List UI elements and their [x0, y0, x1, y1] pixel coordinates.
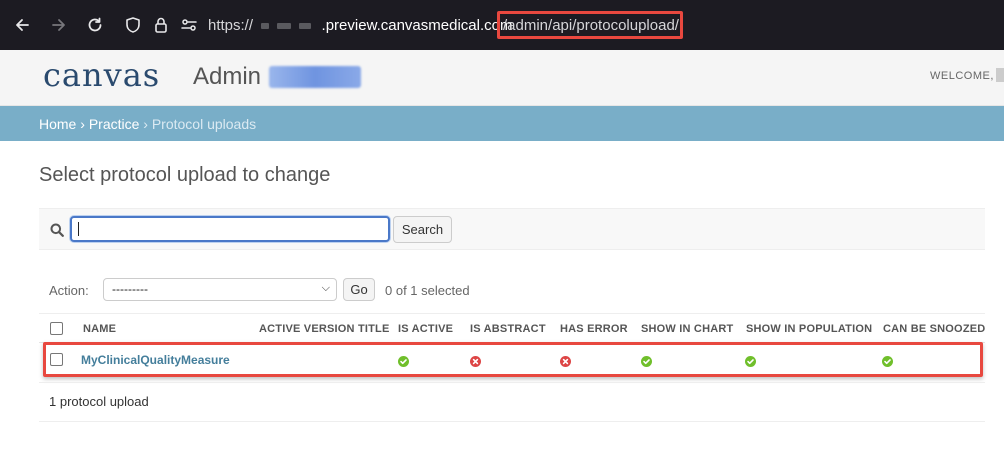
redacted-username: [996, 68, 1004, 82]
forward-arrow-icon[interactable]: [48, 14, 70, 36]
browser-toolbar: https:// .preview.canvasmedical.com /adm…: [0, 0, 1004, 50]
back-arrow-icon[interactable]: [11, 14, 33, 36]
url-prefix: https://: [208, 17, 254, 34]
search-input[interactable]: [70, 216, 390, 242]
page-title: Select protocol upload to change: [39, 164, 331, 186]
search-toolbar: Search: [39, 208, 985, 250]
redacted-text: [299, 23, 312, 30]
breadcrumb-separator: ›: [76, 116, 89, 132]
chevron-down-icon: ⌵: [321, 282, 330, 294]
column-header-is-active[interactable]: IS ACTIVE: [398, 323, 453, 335]
action-select[interactable]: --------- ⌵: [103, 278, 337, 301]
url-path-highlight: /admin/api/protocolupload/: [497, 11, 683, 39]
welcome-text: WELCOME,: [930, 70, 994, 82]
column-header-is-abstract[interactable]: IS ABSTRACT: [470, 323, 546, 335]
redacted-text: [261, 23, 270, 30]
go-button[interactable]: Go: [343, 278, 375, 301]
actions-bar: Action: --------- ⌵ Go 0 of 1 selected: [39, 276, 985, 304]
breadcrumb-current: Protocol uploads: [151, 116, 257, 132]
breadcrumb: Home › Practice › Protocol uploads: [0, 106, 1004, 141]
column-header-can-be-snoozed[interactable]: CAN BE SNOOZED: [883, 323, 985, 335]
column-header-active-version-title[interactable]: ACTIVE VERSION TITLE: [259, 323, 390, 335]
column-header-show-in-population[interactable]: SHOW IN POPULATION: [746, 323, 872, 335]
table-header: NAME ACTIVE VERSION TITLE IS ACTIVE IS A…: [39, 313, 985, 343]
admin-header: canvas Admin WELCOME,: [0, 50, 1004, 106]
address-bar[interactable]: https:// .preview.canvasmedical.com: [208, 17, 512, 34]
search-button[interactable]: Search: [393, 216, 452, 243]
reload-icon[interactable]: [84, 14, 106, 36]
redacted-text: [277, 23, 292, 30]
site-title: Admin: [193, 63, 262, 90]
column-header-show-in-chart[interactable]: SHOW IN CHART: [641, 323, 733, 335]
shield-icon[interactable]: [122, 14, 144, 36]
search-icon: [50, 223, 64, 237]
breadcrumb-home[interactable]: Home: [39, 116, 76, 132]
column-header-name[interactable]: NAME: [83, 323, 116, 335]
row-highlight-box: [43, 342, 983, 377]
lock-icon[interactable]: [150, 14, 172, 36]
results-table: NAME ACTIVE VERSION TITLE IS ACTIVE IS A…: [39, 313, 985, 343]
breadcrumb-separator: ›: [139, 116, 152, 132]
select-all-checkbox[interactable]: [50, 322, 63, 335]
paginator: 1 protocol upload: [39, 382, 985, 422]
permissions-icon[interactable]: [178, 14, 200, 36]
action-selected-value: ---------: [112, 282, 148, 296]
breadcrumb-practice[interactable]: Practice: [89, 116, 140, 132]
action-label: Action:: [49, 283, 89, 298]
url-host: .preview.canvasmedical.com: [321, 17, 513, 34]
column-header-has-error[interactable]: HAS ERROR: [560, 323, 628, 335]
redacted-site-name: [269, 66, 361, 88]
canvas-logo[interactable]: canvas: [43, 56, 160, 94]
selection-counter: 0 of 1 selected: [385, 283, 470, 298]
text-caret: [78, 222, 79, 236]
